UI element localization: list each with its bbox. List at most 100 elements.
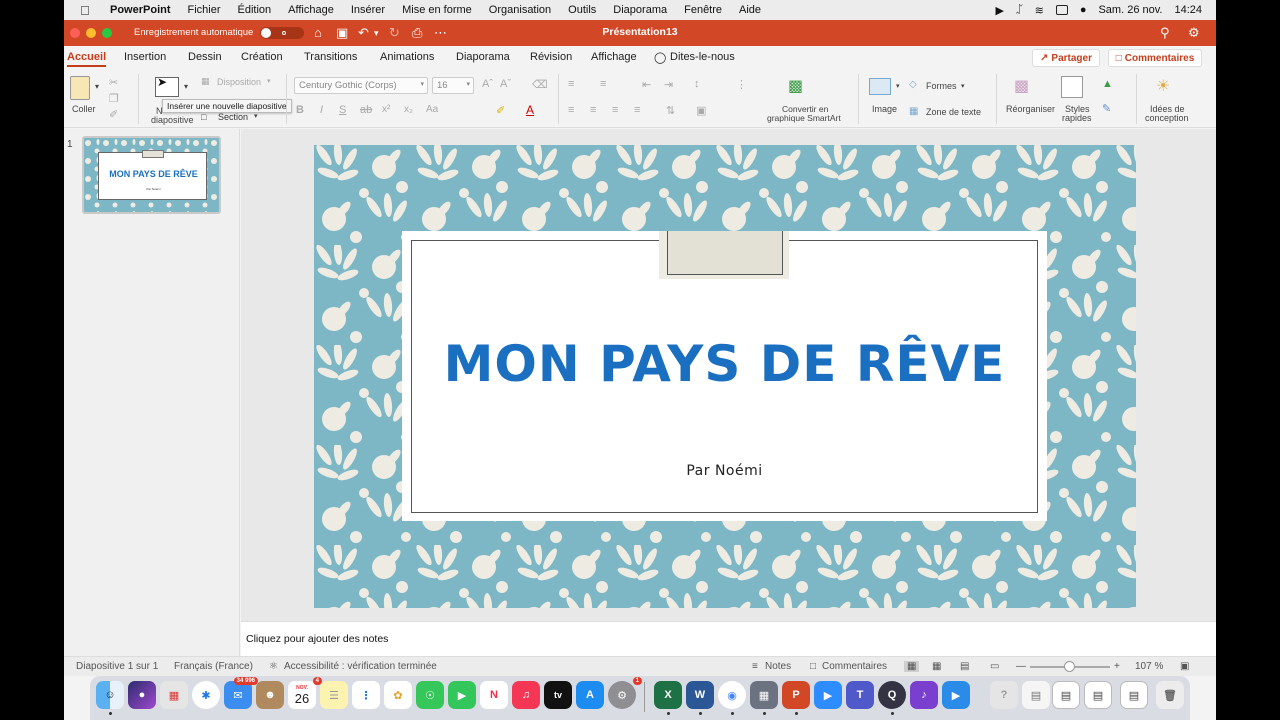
shapes-icon[interactable]: ◇ <box>909 79 917 90</box>
align-left-icon[interactable]: ≡ <box>568 104 574 116</box>
design-ideas-icon[interactable]: ☀ <box>1156 76 1170 96</box>
justify-icon[interactable]: ≡ <box>634 104 640 116</box>
slideshow-icon[interactable]: ▭ <box>990 661 999 672</box>
zoom-icon[interactable]: ▶ <box>814 681 842 709</box>
slide-thumbnail[interactable]: MON PAYS DE RÊVE Par Noémi <box>82 136 221 214</box>
copy-icon[interactable]: ❐ <box>109 92 119 105</box>
share-person-icon[interactable]: ⚙ <box>1188 25 1200 41</box>
slide-sorter-icon[interactable]: ▦ <box>932 661 941 672</box>
zoom-out-icon[interactable]: — <box>1016 661 1026 672</box>
apple-menu-icon[interactable]:  <box>80 3 96 18</box>
play-status-icon[interactable]: ▶ <box>996 4 1004 17</box>
format-painter-icon[interactable]: ✐ <box>109 108 118 121</box>
quick-styles-label-2[interactable]: rapides <box>1062 113 1092 123</box>
menu-fichier[interactable]: Fichier <box>188 4 221 16</box>
font-color-icon[interactable]: A <box>526 103 534 117</box>
folder-icon[interactable]: ? <box>990 681 1018 709</box>
layout-dropdown-icon[interactable]: ▾ <box>267 77 271 85</box>
news-icon[interactable]: N <box>480 681 508 709</box>
italic-icon[interactable]: I <box>320 104 323 116</box>
font-name-select[interactable]: Century Gothic (Corps) ▾ <box>294 77 428 94</box>
bold-icon[interactable]: B <box>296 104 304 116</box>
system-settings-icon[interactable]: ⚙ 1 <box>608 677 642 709</box>
menu-time[interactable]: 14:24 <box>1174 4 1202 16</box>
menu-aide[interactable]: Aide <box>739 4 761 16</box>
tab-animations[interactable]: Animations <box>380 51 434 63</box>
section-button[interactable]: Section <box>218 112 248 122</box>
comments-toggle[interactable]: Commentaires <box>822 661 887 672</box>
photos-icon[interactable]: ✿ <box>384 681 412 709</box>
shapes-label[interactable]: Formes <box>926 81 957 91</box>
superscript-icon[interactable]: x² <box>382 104 390 115</box>
reading-view-icon[interactable]: ▤ <box>960 661 969 672</box>
bluetooth-icon[interactable]: ᛢ <box>1016 4 1023 16</box>
zoom-level[interactable]: 107 % <box>1135 661 1163 672</box>
mail-icon[interactable]: ✉ 34 996 <box>224 677 258 709</box>
facetime-icon[interactable]: ▶ <box>448 681 476 709</box>
wifi-icon[interactable]: ≋ <box>1035 4 1044 17</box>
menu-date[interactable]: Sam. 26 nov. <box>1098 4 1162 16</box>
menu-edition[interactable]: Édition <box>238 4 272 16</box>
normal-view-icon[interactable]: ▦ <box>904 661 920 672</box>
user-icon[interactable]: ● <box>1080 4 1087 16</box>
tab-dessin[interactable]: Dessin <box>188 51 222 63</box>
new-slide-dropdown-icon[interactable]: ▾ <box>184 82 188 91</box>
notes-pane[interactable]: Cliquez pour ajouter des notes <box>241 621 1216 656</box>
video-app-icon[interactable]: ▶ <box>942 681 970 709</box>
paste-icon[interactable] <box>70 76 90 100</box>
document-preview-2-icon[interactable]: ▤ <box>1084 681 1112 709</box>
tab-diaporama[interactable]: Diaporama <box>456 51 510 63</box>
powerpoint-icon[interactable]: P <box>782 681 810 709</box>
align-right-icon[interactable]: ≡ <box>612 104 618 116</box>
font-size-shrink-icon[interactable]: Aˇ <box>500 78 511 90</box>
tab-accueil[interactable]: Accueil <box>67 51 107 67</box>
notes-app-icon[interactable]: ☰ <box>320 681 348 709</box>
zoom-slider-thumb[interactable] <box>1064 661 1075 672</box>
subscript-icon[interactable]: x₂ <box>404 104 413 115</box>
slide-canvas[interactable]: MON PAYS DE RÊVE Par Noémi <box>314 145 1136 608</box>
menu-inserer[interactable]: Insérer <box>351 4 385 16</box>
align-text-icon[interactable]: ▣ <box>696 104 706 117</box>
paste-dropdown-icon[interactable]: ▾ <box>95 82 99 91</box>
textbox-icon[interactable]: ▦ <box>909 106 918 117</box>
image-icon[interactable] <box>869 78 891 95</box>
contacts-icon[interactable]: ☻ <box>256 681 284 709</box>
document-preview-1-icon[interactable]: ▤ <box>1052 681 1080 709</box>
language-status[interactable]: Français (France) <box>174 661 253 672</box>
trash-icon[interactable]: 🗑 <box>1156 681 1184 709</box>
smartart-icon[interactable]: ▩ <box>788 76 803 96</box>
image-dropdown-icon[interactable]: ▾ <box>896 82 900 90</box>
textbox-label[interactable]: Zone de texte <box>926 107 981 117</box>
audio-app-icon[interactable]: ♪ <box>910 681 938 709</box>
menu-outils[interactable]: Outils <box>568 4 596 16</box>
tab-insertion[interactable]: Insertion <box>124 51 166 63</box>
quick-styles-icon[interactable] <box>1061 76 1083 98</box>
highlight-color-icon[interactable]: ✐ <box>496 104 505 117</box>
new-slide-label-2[interactable]: diapositive <box>151 115 194 125</box>
zoom-in-icon[interactable]: + <box>1114 661 1120 672</box>
tab-transitions[interactable]: Transitions <box>304 51 357 63</box>
arrange-icon[interactable]: ▩ <box>1014 76 1029 96</box>
app-store-icon[interactable]: A <box>576 681 604 709</box>
document-preview-3-icon[interactable]: ▤ <box>1120 681 1148 709</box>
bullets-icon[interactable]: ≡ <box>568 78 574 90</box>
paste-label[interactable]: Coller <box>72 104 96 114</box>
teams-icon[interactable]: T <box>846 681 874 709</box>
image-label[interactable]: Image <box>872 104 897 114</box>
shape-outline-icon[interactable]: ✎ <box>1102 102 1111 115</box>
layout-button[interactable]: Disposition <box>217 77 261 87</box>
section-dropdown-icon[interactable]: ▾ <box>254 112 258 120</box>
tab-affichage[interactable]: Affichage <box>591 51 637 63</box>
share-button[interactable]: ↗ Partager <box>1032 49 1100 67</box>
siri-icon[interactable]: ● <box>128 681 156 709</box>
messages-icon[interactable]: ☉ <box>416 681 444 709</box>
menu-organisation[interactable]: Organisation <box>489 4 551 16</box>
arrange-label[interactable]: Réorganiser <box>1006 104 1055 114</box>
columns-icon[interactable]: ⋮ <box>736 78 747 91</box>
cut-icon[interactable]: ✂ <box>109 76 118 89</box>
finder-icon[interactable]: ☺ <box>96 681 124 709</box>
change-case-icon[interactable]: Aa <box>426 104 438 115</box>
comments-button[interactable]: □ Commentaires <box>1108 49 1202 67</box>
safari-icon[interactable]: ✱ <box>192 681 220 709</box>
search-icon[interactable]: ⚲ <box>1160 25 1170 41</box>
